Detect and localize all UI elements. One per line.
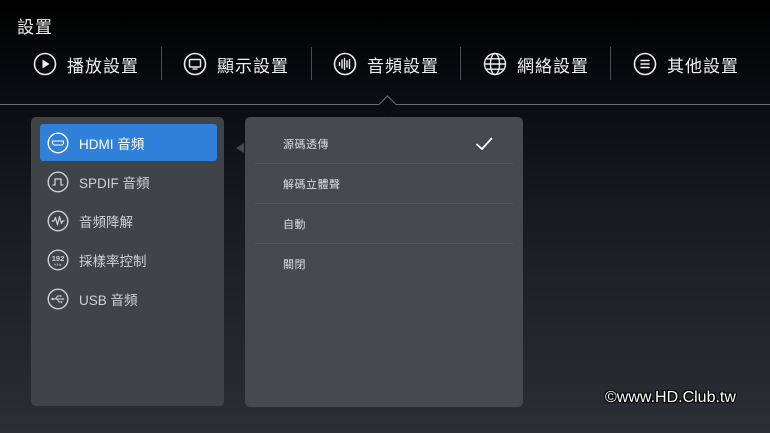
tab-network-settings[interactable]: 網絡設置 [483,45,589,83]
menu-item-label: HDMI 音頻 [79,136,145,152]
sample-rate-192-icon: 192 KHz [47,248,69,271]
play-icon [33,52,57,76]
menu-item-spdif-audio[interactable]: SPDIF 音頻 [40,163,217,200]
option-label: 關閉 [283,259,306,271]
icon-text-192: 192 [52,254,65,263]
tab-display-settings[interactable]: 顯示設置 [183,45,289,83]
option-label: 自動 [283,218,306,231]
tab-playback-settings[interactable]: 播放設置 [33,45,139,83]
tab-label: 其他設置 [667,56,739,76]
menu-item-label: 音頻降解 [79,214,133,230]
audio-wave-icon [333,52,357,76]
settings-tab-bar: 播放設置 顯示設置 音頻設置 網絡設置 其他設置 [0,45,770,83]
audio-downmix-icon [47,209,69,232]
watermark: ©www.HD.Club.tw [605,389,736,406]
display-icon [183,52,207,76]
menu-item-label: SPDIF 音頻 [79,175,150,191]
option-label: 解碼立體聲 [283,178,341,191]
spdif-icon [47,170,69,193]
checkmark-icon [475,136,493,152]
option-label: 源碼透傳 [283,138,329,151]
option-decode-stereo[interactable]: 解碼立體聲 [255,164,513,204]
option-passthrough[interactable]: 源碼透傳 [255,124,513,164]
hdmi-icon [47,131,69,154]
tab-label: 網絡設置 [517,56,589,76]
tab-divider [610,47,611,80]
icon-text-khz: KHz [54,263,61,267]
menu-item-label: 採樣率控制 [79,253,147,269]
menu-item-hdmi-audio[interactable]: HDMI 音頻 [40,124,217,161]
hdmi-options-panel: 源碼透傳 解碼立體聲 自動 關閉 [245,117,523,407]
tab-divider [311,47,312,80]
menu-list-icon [633,52,657,76]
tab-divider [460,47,461,80]
option-off[interactable]: 關閉 [255,244,513,284]
option-auto[interactable]: 自動 [255,204,513,244]
menu-item-audio-downmix[interactable]: 音頻降解 [40,202,217,239]
tab-other-settings[interactable]: 其他設置 [633,45,739,83]
selection-pointer [236,143,244,153]
menu-item-label: USB 音頻 [79,292,138,308]
audio-menu-panel: HDMI 音頻 SPDIF 音頻 音頻降解 192 KHz 採樣率控制 USB … [31,117,224,406]
page-title: 設置 [17,18,53,37]
tab-label: 音頻設置 [367,56,439,76]
tab-label: 播放設置 [67,56,139,76]
menu-item-usb-audio[interactable]: USB 音頻 [40,280,217,317]
usb-icon [47,287,69,310]
tab-audio-settings[interactable]: 音頻設置 [333,45,439,83]
tab-divider [161,47,162,80]
active-tab-indicator [378,95,397,114]
tab-label: 顯示設置 [217,56,289,76]
globe-icon [483,52,507,76]
menu-item-sample-rate-control[interactable]: 192 KHz 採樣率控制 [40,241,217,278]
